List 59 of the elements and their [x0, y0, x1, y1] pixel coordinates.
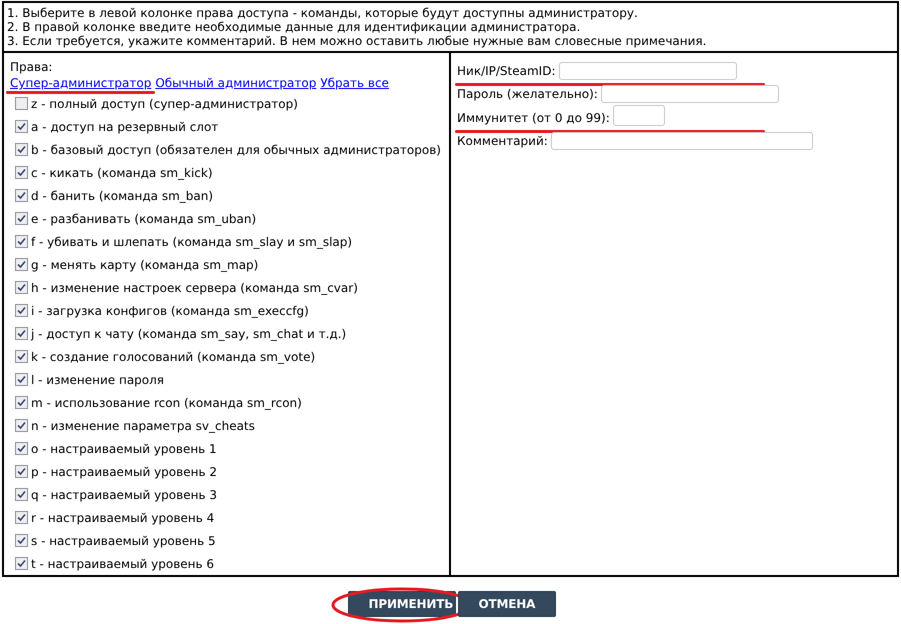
checkbox[interactable] — [15, 442, 28, 455]
checkbox[interactable] — [15, 327, 28, 340]
permission-label: k - создание голосований (команда sm_vote) — [31, 350, 316, 364]
checkbox[interactable] — [15, 350, 28, 363]
permission-label: m - использование rcon (команда sm_rcon) — [31, 396, 302, 410]
checkbox[interactable] — [15, 304, 28, 317]
permission-label: a - доступ на резервный слот — [31, 120, 218, 134]
checkbox[interactable] — [15, 511, 28, 524]
checkbox[interactable] — [15, 258, 28, 271]
permission-label: p - настраиваемый уровень 2 — [31, 464, 217, 478]
permission-label: c - кикать (команда sm_kick) — [31, 166, 213, 180]
checkbox[interactable] — [15, 235, 28, 248]
instruction-text: 3. Если требуется, укажите комментарий. В нем можно оставить любые нужные вам словесные примечания. — [7, 34, 708, 48]
checkbox[interactable] — [15, 396, 28, 409]
permission-label: e - разбанивать (команда sm_uban) — [31, 212, 256, 226]
checkbox[interactable] — [15, 166, 28, 179]
rights-label: Права: — [10, 59, 52, 75]
checkbox[interactable] — [15, 120, 28, 133]
checkbox[interactable] — [15, 488, 28, 501]
checkbox[interactable] — [15, 143, 28, 156]
instruction-text: 2. В правой колонке введите необходимые данные для идентификации администратора. — [7, 20, 582, 34]
input-field[interactable] — [558, 62, 737, 80]
permission-label: s - настраиваемый уровень 5 — [31, 534, 216, 548]
checkbox[interactable] — [15, 465, 28, 478]
checkbox[interactable] — [15, 212, 28, 225]
permission-label: h - изменение настроек сервера (команда sm_cvar) — [31, 280, 358, 294]
checkbox[interactable] — [15, 373, 28, 386]
permission-label: o - настраиваемый уровень 1 — [31, 442, 217, 456]
permission-label: j - доступ к чату (команда sm_say, sm_chat и т.д.) — [31, 326, 346, 340]
preset-link[interactable]: Убрать все — [320, 75, 389, 91]
field-label: Ник/IP/SteamID: — [457, 64, 556, 78]
checkbox[interactable] — [15, 557, 28, 570]
cancel-button[interactable]: ОТМЕНА — [458, 591, 556, 617]
instruction-text: 1. Выберите в левой колонке права доступа - команды, которые будут доступны администратору. — [7, 6, 639, 20]
checkbox[interactable] — [15, 419, 28, 432]
permission-label: q - настраиваемый уровень 3 — [31, 488, 217, 502]
permission-label: z - полный доступ (супер-администратор) — [31, 96, 298, 110]
checkbox[interactable] — [15, 189, 28, 202]
field-label: Комментарий: — [457, 134, 548, 148]
preset-link[interactable]: Супер-администратор — [10, 75, 152, 91]
apply-button[interactable]: ПРИМЕНИТЬ — [348, 591, 456, 617]
input-field[interactable] — [612, 105, 665, 126]
permission-label: r - настраиваемый уровень 4 — [31, 510, 214, 524]
permission-label: b - базовый доступ (обязателен для обычных администраторов) — [31, 142, 441, 156]
preset-link[interactable]: Обычный администратор — [155, 75, 316, 91]
input-field[interactable] — [600, 85, 779, 104]
field-label: Пароль (желательно): — [457, 87, 598, 102]
permission-label: t - настраиваемый уровень 6 — [31, 556, 214, 570]
permission-label: i - загрузка конфигов (команда sm_execcfg) — [31, 304, 309, 318]
input-field[interactable] — [550, 132, 813, 150]
permission-label: g - менять карту (команда sm_map) — [31, 258, 258, 272]
permission-label: l - изменение пароля — [31, 372, 164, 386]
permission-label: n - изменение параметра sv_cheats — [31, 418, 255, 432]
checkbox[interactable] — [15, 281, 28, 294]
field-label: Иммунитет (от 0 до 99): — [457, 110, 610, 125]
checkbox[interactable] — [15, 534, 28, 547]
permission-label: d - банить (команда sm_ban) — [31, 188, 214, 202]
checkbox[interactable] — [15, 97, 28, 110]
permission-label: f - убивать и шлепать (команда sm_slay и sm_slap) — [31, 234, 352, 248]
